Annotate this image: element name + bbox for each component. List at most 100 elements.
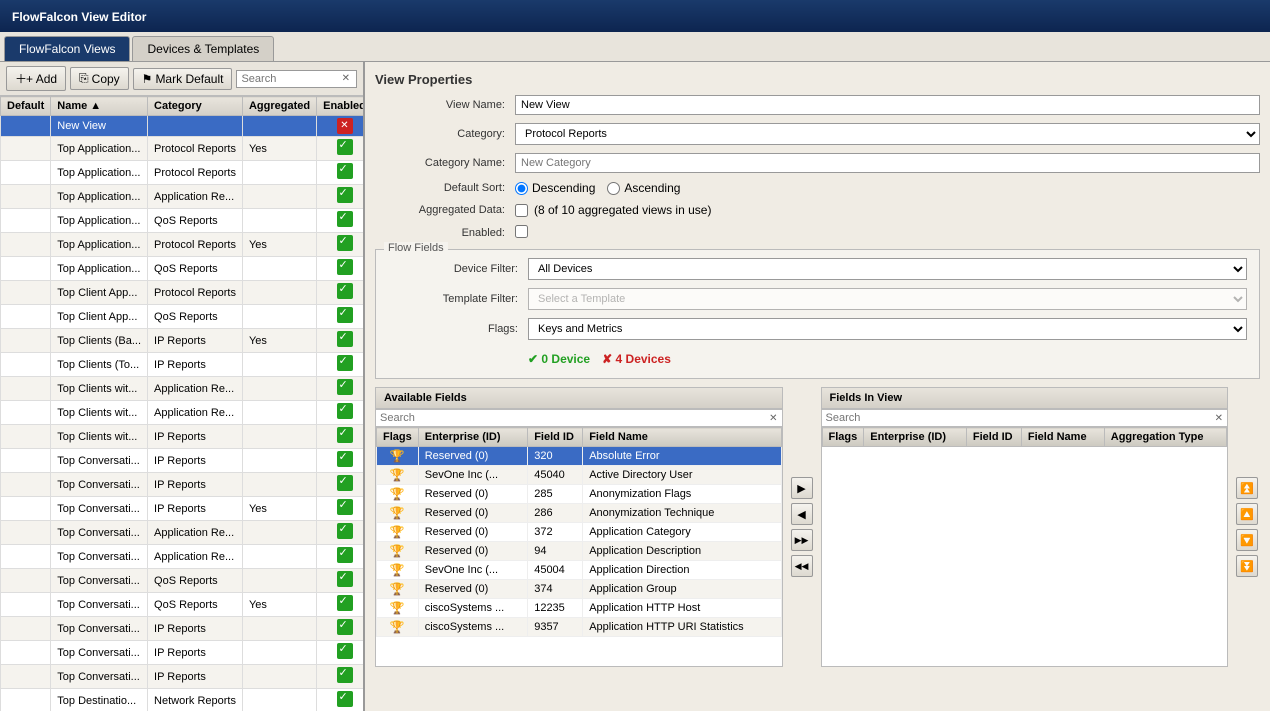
move-top-button[interactable]: ⏫ bbox=[1236, 477, 1258, 499]
available-field-row[interactable]: 🏆Reserved (0)286Anonymization Technique bbox=[377, 504, 782, 523]
af-enterprise: Reserved (0) bbox=[418, 580, 527, 599]
trophy-icon: 🏆 bbox=[390, 601, 405, 615]
category-name-input[interactable] bbox=[515, 153, 1260, 173]
cell-default bbox=[1, 329, 51, 353]
available-field-row[interactable]: 🏆ciscoSystems ...9357Application HTTP UR… bbox=[377, 618, 782, 637]
col-category[interactable]: Category bbox=[148, 97, 243, 116]
table-row[interactable]: Top Clients wit...Application Re... bbox=[1, 377, 364, 401]
table-row[interactable]: Top Conversati...IP ReportsYes bbox=[1, 497, 364, 521]
fiv-col-enterprise[interactable]: Enterprise (ID) bbox=[864, 428, 967, 447]
aggregated-data-row: Aggregated Data: (8 of 10 aggregated vie… bbox=[375, 203, 1260, 217]
cell-name: Top Application... bbox=[51, 161, 148, 185]
flags-select[interactable]: Keys and Metrics Keys Only Metrics Only bbox=[528, 318, 1247, 340]
category-label: Category: bbox=[375, 128, 515, 140]
view-name-input[interactable] bbox=[515, 95, 1260, 115]
cell-category: IP Reports bbox=[148, 665, 243, 689]
table-row[interactable]: Top Clients wit...IP Reports bbox=[1, 425, 364, 449]
available-field-row[interactable]: 🏆Reserved (0)374Application Group bbox=[377, 580, 782, 599]
sort-ascending-radio[interactable] bbox=[607, 182, 620, 195]
cell-default bbox=[1, 116, 51, 137]
table-row[interactable]: Top Client App...Protocol Reports bbox=[1, 281, 364, 305]
af-col-fieldname[interactable]: Field Name bbox=[583, 428, 781, 447]
table-row[interactable]: Top Destinatio...Network Reports bbox=[1, 689, 364, 711]
move-left-button[interactable]: ◀ bbox=[791, 503, 813, 525]
cell-category: IP Reports bbox=[148, 473, 243, 497]
table-row[interactable]: Top Conversati...IP Reports bbox=[1, 473, 364, 497]
table-row[interactable]: Top Application...Application Re... bbox=[1, 185, 364, 209]
col-default[interactable]: Default bbox=[1, 97, 51, 116]
delete-button[interactable]: ✕ bbox=[337, 118, 353, 134]
fiv-col-fieldname[interactable]: Field Name bbox=[1021, 428, 1104, 447]
available-field-row[interactable]: 🏆Reserved (0)372Application Category bbox=[377, 523, 782, 542]
available-field-row[interactable]: 🏆Reserved (0)285Anonymization Flags bbox=[377, 485, 782, 504]
move-bottom-button[interactable]: ⏬ bbox=[1236, 555, 1258, 577]
table-row[interactable]: Top Conversati...IP Reports bbox=[1, 449, 364, 473]
col-aggregated[interactable]: Aggregated bbox=[242, 97, 316, 116]
tab-flowfalcon-views[interactable]: FlowFalcon Views bbox=[4, 36, 130, 61]
af-enterprise: Reserved (0) bbox=[418, 542, 527, 561]
category-select[interactable]: Protocol Reports QoS Reports IP Reports … bbox=[515, 123, 1260, 145]
table-row[interactable]: Top Clients (To...IP Reports bbox=[1, 353, 364, 377]
clear-available-search[interactable]: ✕ bbox=[769, 413, 777, 424]
fields-in-view-search[interactable] bbox=[826, 412, 1215, 424]
green-check-icon: ✔ bbox=[528, 352, 538, 366]
cell-enabled bbox=[317, 521, 363, 545]
col-enabled[interactable]: Enabled bbox=[317, 97, 363, 116]
af-col-flags[interactable]: Flags bbox=[377, 428, 419, 447]
sort-ascending-label: Ascending bbox=[607, 181, 680, 195]
mark-default-button[interactable]: ⚑ Mark Default bbox=[133, 68, 233, 90]
add-button[interactable]: ＋ + Add bbox=[6, 66, 66, 91]
table-row[interactable]: Top Conversati...Application Re... bbox=[1, 521, 364, 545]
table-row[interactable]: Top Clients wit...Application Re... bbox=[1, 401, 364, 425]
af-col-fieldid[interactable]: Field ID bbox=[528, 428, 583, 447]
category-name-label: Category Name: bbox=[375, 157, 515, 169]
table-row[interactable]: Top Conversati...QoS Reports bbox=[1, 569, 364, 593]
copy-button[interactable]: ⎘ Copy bbox=[70, 67, 129, 90]
col-name[interactable]: Name ▲ bbox=[51, 97, 148, 116]
move-up-button[interactable]: 🔼 bbox=[1236, 503, 1258, 525]
table-row[interactable]: Top Conversati...Application Re... bbox=[1, 545, 364, 569]
flags-row: Flags: Keys and Metrics Keys Only Metric… bbox=[388, 318, 1247, 340]
move-all-left-button[interactable]: ◀◀ bbox=[791, 555, 813, 577]
device-filter-select[interactable]: All Devices Selected Devices bbox=[528, 258, 1247, 280]
move-down-button[interactable]: 🔽 bbox=[1236, 529, 1258, 551]
template-filter-select[interactable]: Select a Template bbox=[528, 288, 1247, 310]
table-row[interactable]: Top Conversati...IP Reports bbox=[1, 665, 364, 689]
table-row[interactable]: Top Application...Protocol ReportsYes bbox=[1, 137, 364, 161]
table-row[interactable]: Top Clients (Ba...IP ReportsYes bbox=[1, 329, 364, 353]
enabled-check-icon bbox=[337, 235, 353, 251]
aggregated-checkbox[interactable] bbox=[515, 204, 528, 217]
move-all-right-button[interactable]: ▶▶ bbox=[791, 529, 813, 551]
table-row[interactable]: Top Application...QoS Reports bbox=[1, 209, 364, 233]
move-right-button[interactable]: ▶ bbox=[791, 477, 813, 499]
enabled-checkbox[interactable] bbox=[515, 225, 528, 238]
table-row[interactable]: Top Application...QoS Reports bbox=[1, 257, 364, 281]
available-field-row[interactable]: 🏆Reserved (0)320Absolute Error bbox=[377, 447, 782, 466]
available-field-row[interactable]: 🏆Reserved (0)94Application Description bbox=[377, 542, 782, 561]
available-field-row[interactable]: 🏆ciscoSystems ...12235Application HTTP H… bbox=[377, 599, 782, 618]
fiv-col-fieldid[interactable]: Field ID bbox=[966, 428, 1021, 447]
fiv-col-aggregation[interactable]: Aggregation Type bbox=[1104, 428, 1226, 447]
table-row[interactable]: Top Conversati...IP Reports bbox=[1, 617, 364, 641]
clear-search-button[interactable]: ✕ bbox=[340, 73, 352, 84]
tab-devices-templates[interactable]: Devices & Templates bbox=[132, 36, 274, 61]
table-row[interactable]: Top Application...Protocol Reports bbox=[1, 161, 364, 185]
sort-descending-radio[interactable] bbox=[515, 182, 528, 195]
table-row[interactable]: New View✕ bbox=[1, 116, 364, 137]
cell-enabled bbox=[317, 641, 363, 665]
available-fields-search[interactable] bbox=[380, 412, 769, 424]
table-row[interactable]: Top Conversati...QoS ReportsYes bbox=[1, 593, 364, 617]
cell-aggregated bbox=[242, 425, 316, 449]
search-input[interactable] bbox=[241, 73, 339, 85]
fiv-col-flags[interactable]: Flags bbox=[822, 428, 864, 447]
cell-default bbox=[1, 641, 51, 665]
available-field-row[interactable]: 🏆SevOne Inc (...45004Application Directi… bbox=[377, 561, 782, 580]
table-row[interactable]: Top Client App...QoS Reports bbox=[1, 305, 364, 329]
default-sort-row: Default Sort: Descending Ascending bbox=[375, 181, 1260, 195]
clear-fiv-search[interactable]: ✕ bbox=[1215, 413, 1223, 424]
available-field-row[interactable]: 🏆SevOne Inc (...45040Active Directory Us… bbox=[377, 466, 782, 485]
table-row[interactable]: Top Application...Protocol ReportsYes bbox=[1, 233, 364, 257]
af-col-enterprise[interactable]: Enterprise (ID) bbox=[418, 428, 527, 447]
table-row[interactable]: Top Conversati...IP Reports bbox=[1, 641, 364, 665]
cell-name: Top Conversati... bbox=[51, 617, 148, 641]
